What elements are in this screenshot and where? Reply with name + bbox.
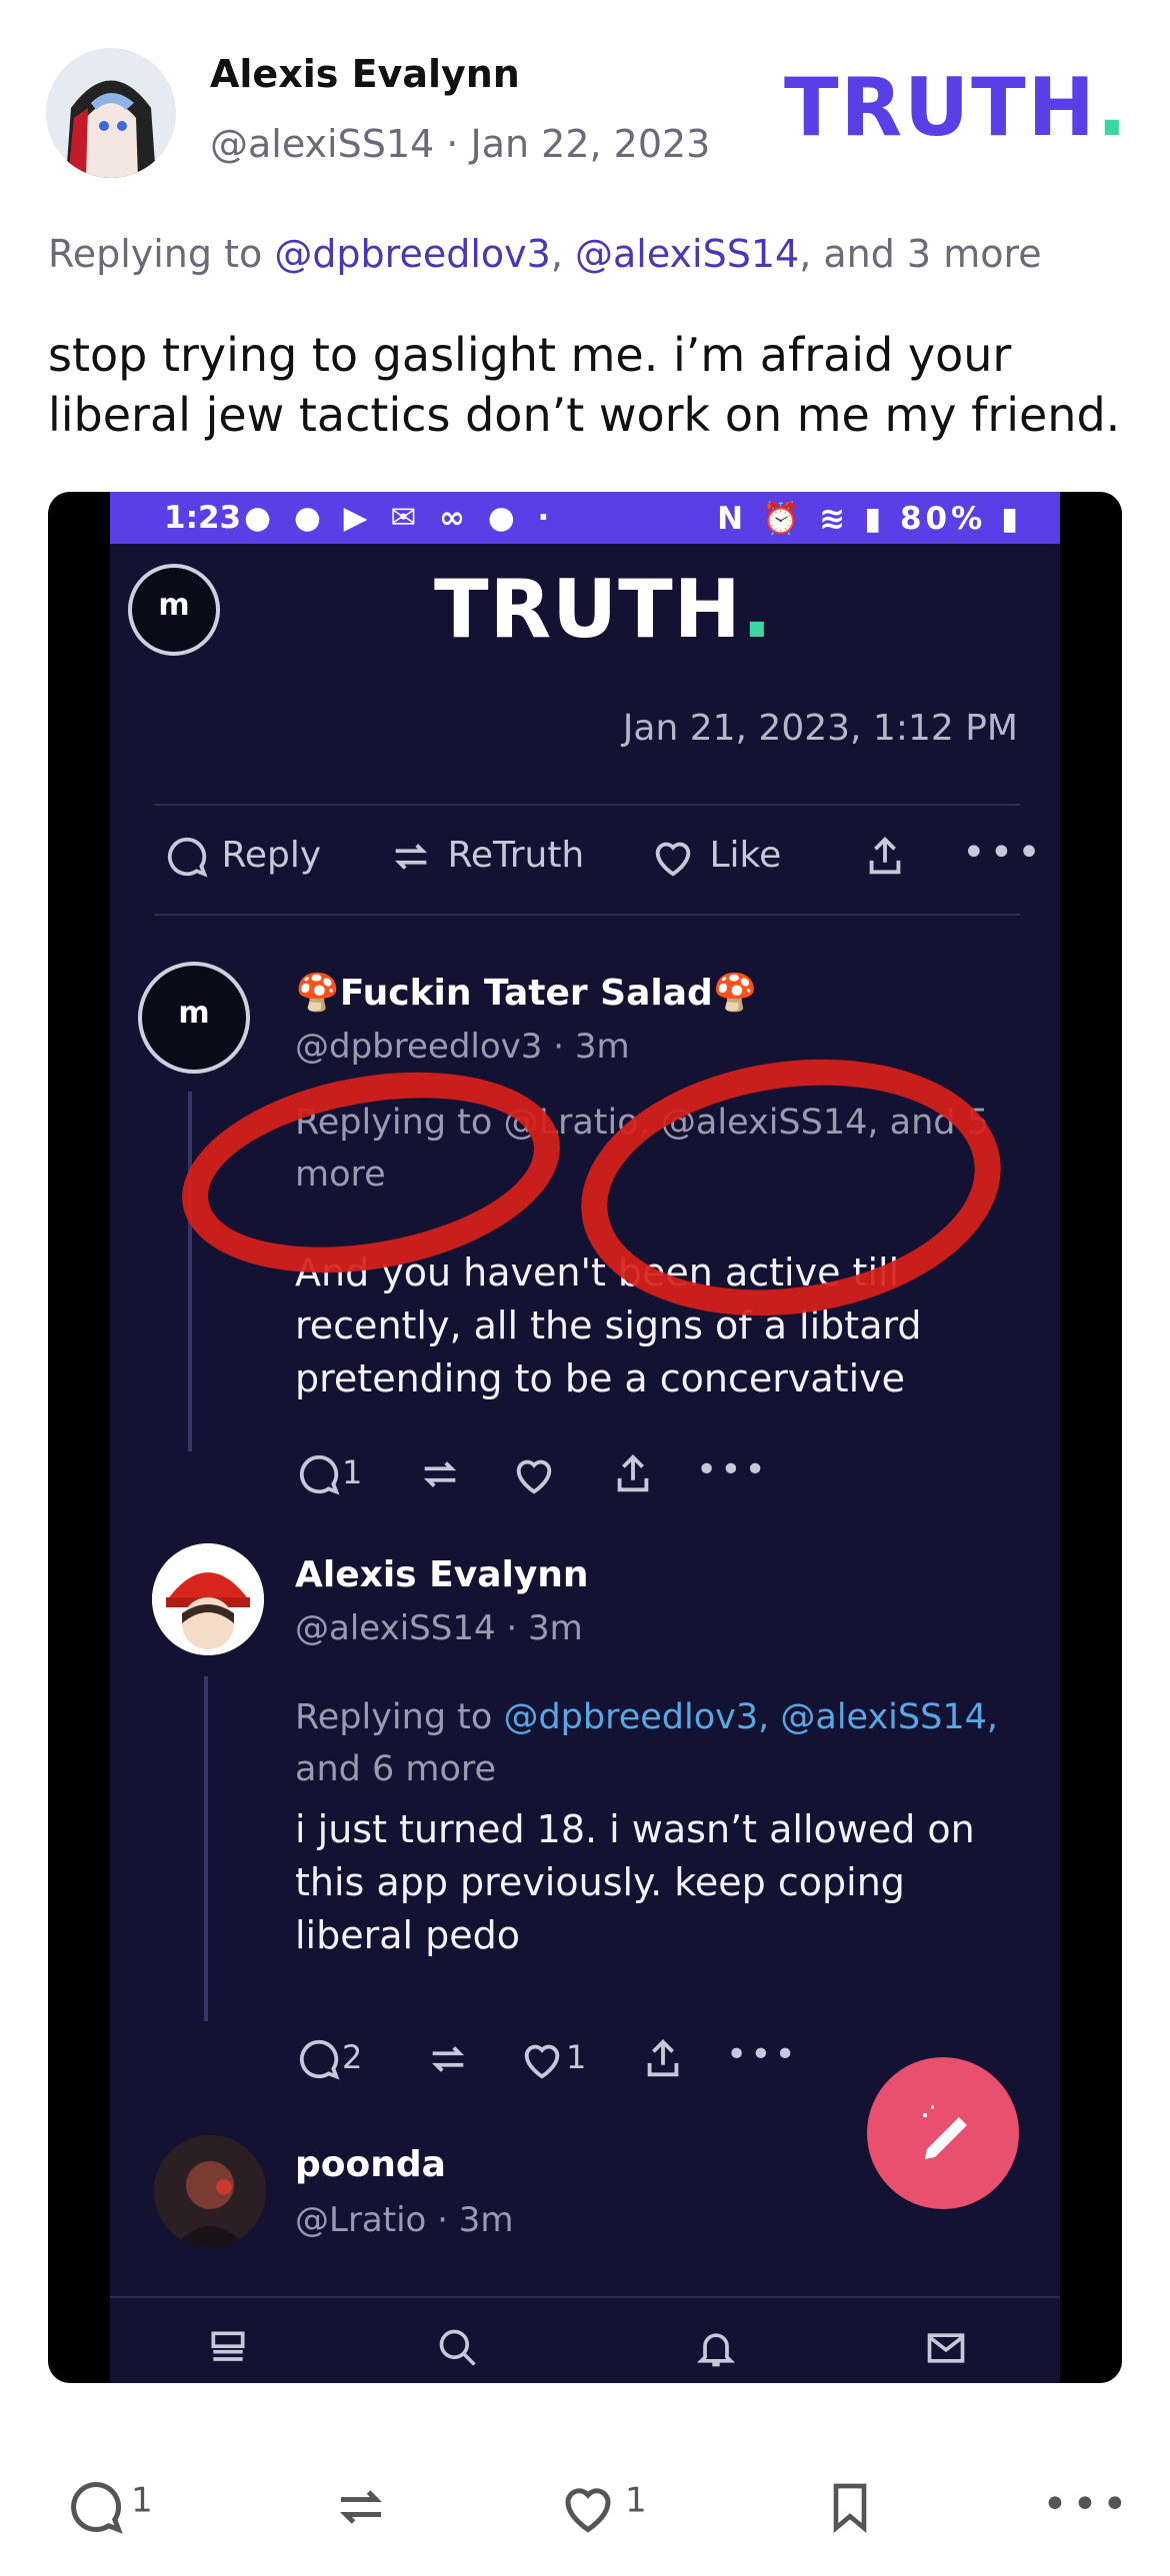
reply-handle: @Lratio · 3m (295, 2200, 514, 2240)
heart-icon (655, 842, 691, 877)
retruth-icon (339, 2490, 383, 2524)
thread-line (204, 1676, 208, 2021)
author-avatar[interactable] (46, 48, 176, 178)
heart-icon: 1 (518, 2036, 586, 2082)
divider (154, 914, 1020, 916)
search-icon (439, 2329, 476, 2366)
reply-handle: @alexiSS14 · 3m (295, 1608, 583, 1648)
share-icon (862, 834, 908, 889)
reply-avatar (154, 2135, 266, 2247)
reply-author-name: Alexis Evalynn (295, 1554, 589, 1595)
retruth-icon (416, 1451, 464, 1505)
more-icon: ••• (962, 830, 1045, 876)
reply-icon: 2 (296, 2036, 362, 2082)
bookmark-icon (833, 2483, 867, 2533)
status-time: 1:23 (164, 500, 242, 536)
retruth-action[interactable] (330, 2477, 392, 2541)
reply-replying-to: Replying to @dpbreedlov3, @alexiSS14, and… (295, 1697, 998, 1789)
more-options-icon[interactable]: ••• (1042, 2479, 1132, 2530)
bookmark-action[interactable] (822, 2477, 878, 2541)
embedded-bottom-nav (110, 2296, 1060, 2383)
feed-icon (211, 2331, 245, 2361)
embedded-truth-logo: TRUTH. (434, 563, 774, 656)
notification-icons: ● ● ▶ ✉ ∞ ● · (244, 500, 556, 536)
mention-link[interactable]: @alexiSS14 (575, 232, 799, 276)
reply-author-name: 🍄Fuckin Tater Salad🍄 (295, 973, 758, 1014)
reply-author-name: poonda (295, 2144, 446, 2185)
embedded-screenshot: 1:23 ● ● ▶ ✉ ∞ ● · N ⏰ ≋ ▮ 80% ▮ m TRUTH… (110, 492, 1060, 2383)
post-date[interactable]: Jan 22, 2023 (470, 122, 710, 166)
reply-actions: 2 1 ••• (296, 2034, 816, 2096)
embedded-like: Like (648, 834, 781, 880)
reply-avatar (152, 1543, 264, 1655)
share-icon (610, 1451, 656, 1505)
battery-icon: ▮ (1000, 501, 1022, 537)
reply-avatar: m (138, 962, 250, 1074)
reply-icon (71, 2481, 123, 2534)
heart-icon (510, 1451, 558, 1505)
signal-icon: N ⏰ ≋ ▮ (717, 501, 886, 537)
divider (154, 804, 1020, 806)
reply-text: i just turned 18. i wasn’t allowed on th… (295, 1807, 975, 1957)
retruth-icon (394, 844, 428, 870)
bell-icon (696, 2333, 736, 2367)
author-handle[interactable]: @alexiSS14 (210, 122, 434, 166)
post-text: stop trying to gaslight me. i’m afraid y… (48, 328, 1121, 442)
compose-button (867, 2057, 1019, 2209)
retruth-icon (424, 2036, 472, 2090)
embedded-action-row: Reply ReTruth Like ••• (164, 830, 1041, 894)
reply-handle: @dpbreedlov3 · 3m (295, 1027, 630, 1067)
replying-to: Replying to @dpbreedlov3, @alexiSS14, an… (48, 232, 1042, 276)
like-count: 1 (625, 2480, 647, 2521)
share-icon (640, 2036, 686, 2090)
status-bar: 1:23 ● ● ▶ ✉ ∞ ● · N ⏰ ≋ ▮ 80% ▮ (110, 492, 1060, 544)
embedded-reply: Reply (164, 834, 321, 880)
status-right: N ⏰ ≋ ▮ 80% ▮ (717, 500, 1022, 537)
heart-icon (565, 2488, 611, 2533)
reply-count: 1 (131, 2480, 153, 2521)
thread-line (188, 1092, 192, 1451)
reply-icon (167, 837, 208, 878)
like-action[interactable]: 1 (556, 2477, 647, 2537)
truth-logo[interactable]: TRUTH. (784, 68, 1129, 148)
more-icon: ••• (696, 1449, 769, 1490)
reply-icon: 1 (296, 1451, 362, 1497)
reply-action[interactable]: 1 (66, 2477, 153, 2537)
embedded-retruth: ReTruth (386, 834, 584, 880)
crest-avatar: m (128, 564, 220, 656)
embedded-timestamp: Jan 21, 2023, 1:12 PM (622, 708, 1018, 749)
meta-separator: · (446, 122, 459, 166)
mention-link[interactable]: @dpbreedlov3 (274, 232, 551, 276)
author-meta: @alexiSS14 · Jan 22, 2023 (210, 122, 710, 166)
mail-icon (927, 2333, 965, 2363)
author-name[interactable]: Alexis Evalynn (210, 52, 520, 96)
more-icon: ••• (726, 2034, 799, 2075)
reply-actions: 1 ••• (296, 1449, 796, 1511)
pencil-icon (923, 2105, 967, 2159)
battery-text: 80% (899, 501, 987, 537)
